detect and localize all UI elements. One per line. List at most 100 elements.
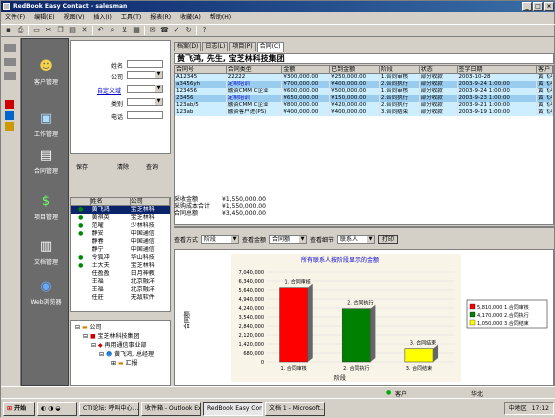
tree-node[interactable]: ⊟ ■ 宝芝林科技集团 [83, 333, 140, 341]
phone-input[interactable] [127, 111, 163, 119]
column-header[interactable]: 合同类型 [226, 66, 283, 74]
tab-log[interactable]: 日志(L) [202, 42, 229, 51]
tab-profile[interactable]: 档案(D) [174, 42, 202, 51]
taskbar-item[interactable]: 文档 1 - Microsoft... [265, 401, 325, 416]
chart-bar[interactable] [404, 348, 434, 363]
tab-contracts[interactable]: 合同(C) [256, 42, 284, 52]
close-button[interactable]: × [544, 2, 554, 11]
refresh-icon[interactable]: ↻ [184, 26, 193, 35]
region-indicator[interactable]: 中地区 [509, 403, 527, 414]
menu-help[interactable]: 帮助(H) [210, 12, 231, 23]
nav-web[interactable]: ◉ Web浏览器 [22, 279, 70, 306]
mail-icon[interactable]: ✉ [148, 26, 157, 35]
list-item[interactable]: ● 黄飞鸿 宝芝林科 [71, 206, 170, 214]
list-item[interactable]: ● 令狐冲 华山科技 [71, 254, 170, 262]
tree-node[interactable]: ⊟ ▬ 公司 [75, 324, 102, 332]
nav-contacts[interactable]: ☻ 客户管理 [22, 59, 70, 86]
quick-launch[interactable]: ◐ ◑ ◒ [37, 401, 77, 416]
shortcut-icon[interactable] [4, 44, 16, 52]
table-row[interactable]: 123ab 融资客户进(PS) ¥400,000.00 ¥400,000.00 3.合同… [175, 109, 553, 116]
save-button[interactable]: 保存 [76, 162, 88, 171]
menu-edit[interactable]: 编辑(E) [34, 12, 54, 23]
maximize-button[interactable]: □ [533, 2, 543, 11]
list-item[interactable]: 任莊 无敌软件 [71, 294, 170, 302]
list-item[interactable]: 王福 北京融洋 [71, 286, 170, 294]
taskbar-item[interactable]: CTI论坛: 呼叫中心... [79, 401, 139, 416]
tree-node[interactable]: ⊞ ▬ 汇报 [111, 360, 138, 368]
column-header[interactable]: 阶段 [379, 66, 420, 74]
shortcut-icon[interactable] [4, 72, 16, 80]
view-mode-select[interactable]: 阶段 [201, 234, 240, 244]
query-button[interactable]: 查询 [146, 162, 158, 171]
chart-bar[interactable] [341, 308, 371, 363]
column-header[interactable]: 金额 [282, 66, 331, 74]
clear-button[interactable]: 清除 [117, 162, 129, 171]
column-header[interactable]: 公司 [131, 198, 170, 205]
tool-icon[interactable] [5, 111, 14, 120]
menu-reports[interactable]: 报表(R) [150, 12, 171, 23]
nav-projects[interactable]: $ 项目管理 [22, 194, 70, 221]
tree-node[interactable]: ⊟ ☻ 黄飞鸿, 总经理 [99, 351, 154, 359]
detail-select[interactable]: 联系人 [337, 234, 376, 244]
splitter[interactable] [174, 226, 554, 228]
new-icon[interactable]: ▭ [32, 26, 41, 35]
table-row[interactable]: 123ab/5 融资CMM C企业 ¥800,000.00 ¥420,000.00 2.… [175, 102, 553, 109]
menu-insert[interactable]: 插入(I) [93, 12, 111, 23]
list-item[interactable]: ● 静安 中国通信 [71, 230, 170, 238]
list-item[interactable]: ● 黄祺英 宝芝林科 [71, 214, 170, 222]
company-select[interactable] [127, 71, 163, 79]
table-row[interactable]: 23456 定制培训 ¥650,000.00 ¥150,000.00 2.合同执行 部分收… [175, 95, 553, 102]
copy-icon[interactable]: ❐ [56, 26, 65, 35]
table-row[interactable]: 123456 融资CMM C企业 ¥600,000.00 ¥500,000.00 1.合… [175, 88, 553, 95]
print-button[interactable]: 打印 [378, 234, 399, 244]
find-icon[interactable]: ⌕ [108, 26, 117, 35]
menu-file[interactable]: 文件(F) [5, 12, 25, 23]
tool-icon[interactable] [5, 122, 14, 131]
nav-contracts[interactable]: ▤ 合同管理 [22, 148, 70, 175]
nav-documents[interactable]: ▥ 文档管理 [22, 239, 70, 266]
custom-field-select[interactable] [127, 85, 163, 93]
report-icon[interactable]: ▦ [132, 26, 141, 35]
print-icon[interactable]: ⎙ [16, 26, 25, 35]
menu-tools[interactable]: 工具(T) [121, 12, 141, 23]
start-button[interactable]: ⊞ 开始 [3, 401, 35, 416]
custom-field-link[interactable]: 自定义域 [97, 86, 121, 95]
tree-node[interactable]: ⊟ ◆ 再用通信事业部 [91, 342, 147, 350]
paste-icon[interactable]: ▤ [68, 26, 77, 35]
taskbar-item[interactable]: RedBook Easy Contac... [203, 401, 263, 416]
task-icon[interactable]: ✓ [172, 26, 181, 35]
column-header[interactable]: 状态 [419, 66, 458, 74]
amount-select[interactable]: 合同额 [269, 234, 308, 244]
column-header[interactable]: 合同号 [175, 66, 227, 74]
name-input[interactable] [127, 60, 163, 68]
column-header[interactable]: 签字日期 [457, 66, 538, 74]
phone-icon[interactable]: ☎ [160, 26, 169, 35]
menu-view[interactable]: 视图(V) [64, 12, 85, 23]
list-item[interactable]: 任盈盈 日月神教 [71, 270, 170, 278]
filter-icon[interactable]: ⊻ [120, 26, 129, 35]
table-row[interactable]: A12345 22222 ¥300,000.00 ¥250,000.00 1.合同审核部… [175, 74, 553, 81]
column-header[interactable]: 客户 [537, 66, 553, 74]
list-item[interactable]: ● 土大夫 宝芝林科 [71, 262, 170, 270]
list-item[interactable]: 静春 中国通信 [71, 238, 170, 246]
nav-work[interactable]: ▣ 工作管理 [22, 111, 70, 138]
undo-icon[interactable]: ↶ [96, 26, 105, 35]
list-item[interactable]: ● 范曜 少林科技 [71, 222, 170, 230]
minimize-button[interactable]: _ [522, 2, 532, 11]
chart-bar[interactable] [279, 287, 308, 363]
column-header[interactable]: 姓名 [91, 198, 131, 205]
shortcut-icon[interactable] [4, 58, 16, 66]
column-header[interactable]: 已到金额 [330, 66, 380, 74]
save-icon[interactable]: ▪ [4, 26, 13, 35]
tab-projects[interactable]: 项目(P) [229, 42, 256, 51]
menu-favorites[interactable]: 收藏(A) [180, 12, 201, 23]
delete-icon[interactable]: ✕ [80, 26, 89, 35]
category-select[interactable] [127, 98, 163, 106]
tool-icon[interactable] [5, 100, 14, 109]
taskbar-item[interactable]: 收件箱 - Outlook Ex... [141, 401, 201, 416]
column-header[interactable] [71, 198, 91, 205]
table-row[interactable]: a3456yh 定制培训 ¥700,000.00 ¥400,000.00 2.合同执行部… [175, 81, 553, 88]
cut-icon[interactable]: ✂ [44, 26, 53, 35]
help-icon[interactable]: ? [200, 26, 209, 35]
list-item[interactable]: 静宁 中国通信 [71, 246, 170, 254]
